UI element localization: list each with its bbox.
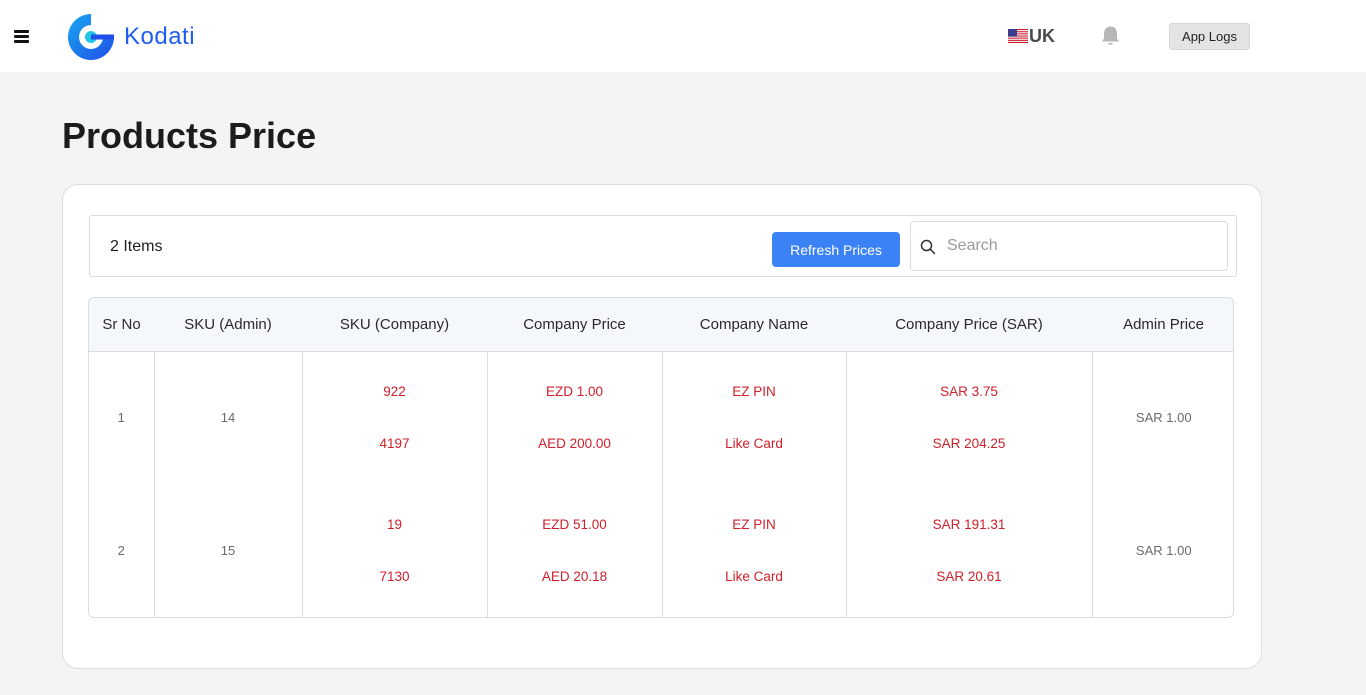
column-header-company-price[interactable]: Company Price — [487, 298, 662, 352]
column-header-sku-admin[interactable]: SKU (Admin) — [154, 298, 302, 352]
us-flag-icon — [1008, 29, 1028, 43]
admin-price-cell: SAR 1.00 — [1091, 484, 1233, 617]
app-logs-button[interactable]: App Logs — [1169, 23, 1250, 50]
sku-company-cell: 19 7130 — [301, 484, 487, 617]
company-name-value: EZ PIN — [732, 517, 776, 532]
company-name-cell: EZ PIN Like Card — [661, 351, 846, 484]
sku-company-value: 922 — [383, 384, 406, 400]
column-header-company-price-sar[interactable]: Company Price (SAR) — [846, 298, 1092, 352]
language-selector[interactable]: UK — [1008, 25, 1055, 47]
company-price-value: AED 200.00 — [538, 435, 611, 451]
kodati-logo[interactable] — [66, 12, 116, 62]
sku-company-value: 19 — [386, 517, 403, 532]
company-name-cell: EZ PIN Like Card — [661, 484, 846, 617]
search-input[interactable] — [947, 230, 1217, 262]
top-navbar: Kodati UK App Logs — [0, 0, 1366, 72]
search-icon — [920, 239, 936, 255]
company-name-value: Like Card — [725, 435, 783, 451]
search-box[interactable] — [910, 221, 1228, 271]
table-toolbar: 2 Items Refresh Prices — [89, 215, 1237, 277]
company-price-sar-value: SAR 191.31 — [932, 517, 1006, 532]
company-price-cell: EZD 51.00 AED 20.18 — [486, 484, 662, 617]
company-price-sar-cell: SAR 3.75 SAR 204.25 — [845, 351, 1092, 484]
company-price-cell: EZD 1.00 AED 200.00 — [486, 351, 662, 484]
items-count: 2 Items — [110, 238, 163, 255]
company-price-value: EZD 51.00 — [542, 517, 607, 532]
sku-admin-cell: 15 — [153, 484, 302, 617]
table-row[interactable]: 1 14 922 4197 EZD 1.00 AED 200.00 EZ PIN… — [89, 351, 1233, 484]
bell-icon[interactable] — [1100, 25, 1121, 47]
column-header-sku-company[interactable]: SKU (Company) — [302, 298, 487, 352]
company-price-value: EZD 1.00 — [545, 384, 604, 400]
sku-admin-cell: 14 — [153, 351, 302, 484]
table-row[interactable]: 2 15 19 7130 EZD 51.00 AED 20.18 EZ PIN … — [89, 484, 1233, 617]
column-header-admin-price[interactable]: Admin Price — [1092, 298, 1233, 352]
sr-no-cell: 1 — [117, 410, 125, 426]
page-title: Products Price — [62, 115, 317, 156]
company-price-value: AED 20.18 — [541, 568, 608, 584]
brand-name: Kodati — [124, 23, 196, 50]
sku-company-cell: 922 4197 — [301, 351, 487, 484]
products-price-table: Sr No SKU (Admin) SKU (Company) Company … — [88, 297, 1234, 618]
company-price-sar-value: SAR 3.75 — [940, 384, 998, 400]
company-name-value: EZ PIN — [732, 384, 776, 400]
sr-no-cell: 2 — [117, 543, 125, 558]
language-label: UK — [1029, 25, 1055, 46]
column-header-company-name[interactable]: Company Name — [662, 298, 846, 352]
sku-company-value: 7130 — [379, 568, 410, 584]
products-price-card: 2 Items Refresh Prices Sr No — [62, 184, 1262, 669]
company-price-sar-cell: SAR 191.31 SAR 20.61 — [845, 484, 1092, 617]
hamburger-icon[interactable] — [14, 28, 30, 43]
company-price-sar-value: SAR 20.61 — [936, 568, 1002, 584]
column-header-sr-no[interactable]: Sr No — [89, 298, 154, 352]
admin-price-cell: SAR 1.00 — [1091, 351, 1233, 484]
company-name-value: Like Card — [725, 568, 783, 584]
company-price-sar-value: SAR 204.25 — [932, 435, 1006, 451]
table-header-row: Sr No SKU (Admin) SKU (Company) Company … — [89, 298, 1233, 352]
refresh-prices-button[interactable]: Refresh Prices — [772, 232, 900, 267]
sku-company-value: 4197 — [379, 435, 410, 451]
